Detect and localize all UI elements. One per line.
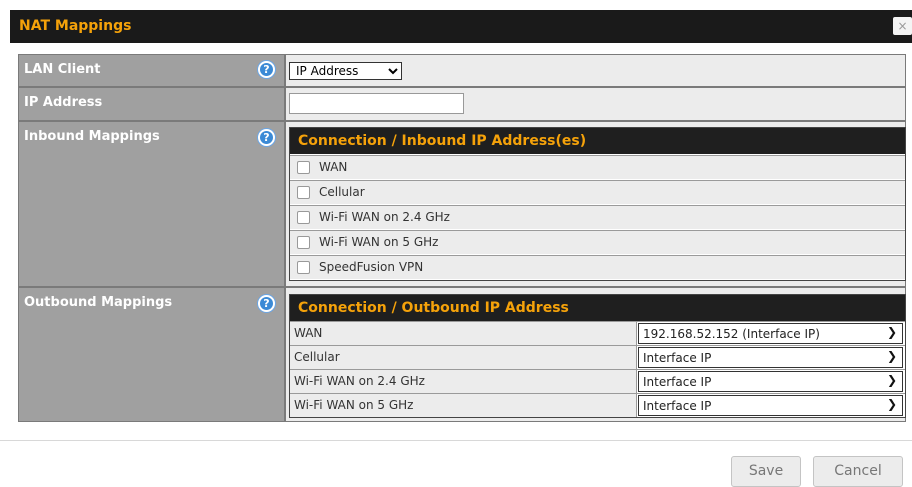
- cancel-button[interactable]: Cancel: [813, 456, 903, 487]
- outbound-ip-select[interactable]: Interface IP ❯: [638, 395, 903, 416]
- inbound-checkbox[interactable]: [297, 186, 310, 199]
- outbound-row: WAN 192.168.52.152 (Interface IP) ❯: [290, 321, 905, 345]
- inbound-table-header: Connection / Inbound IP Address(es): [290, 128, 905, 154]
- outbound-table: Connection / Outbound IP Address WAN 192…: [289, 294, 906, 418]
- inbound-row[interactable]: SpeedFusion VPN: [290, 255, 905, 279]
- inbound-checkbox[interactable]: [297, 236, 310, 249]
- outbound-ip-select[interactable]: Interface IP ❯: [638, 347, 903, 368]
- inbound-row-label: Wi-Fi WAN on 5 GHz: [319, 235, 439, 249]
- inbound-checkbox[interactable]: [297, 261, 310, 274]
- lan-client-label: LAN Client: [24, 62, 101, 77]
- ip-address-label: IP Address: [24, 95, 103, 110]
- inbound-checkbox[interactable]: [297, 161, 310, 174]
- outbound-table-header: Connection / Outbound IP Address: [290, 295, 905, 321]
- close-icon[interactable]: ×: [893, 17, 912, 35]
- footer-divider: [0, 440, 912, 441]
- chevron-down-icon: ❯: [886, 325, 897, 339]
- outbound-connection: Cellular: [290, 346, 637, 369]
- inbound-row[interactable]: WAN: [290, 155, 905, 179]
- dialog-title: NAT Mappings: [19, 18, 132, 34]
- inbound-row[interactable]: Wi-Fi WAN on 2.4 GHz: [290, 205, 905, 229]
- outbound-mappings-label-cell: Outbound Mappings: [19, 288, 284, 421]
- save-button[interactable]: Save: [731, 456, 801, 487]
- lan-client-select[interactable]: IP Address: [289, 62, 402, 80]
- outbound-mappings-label: Outbound Mappings: [24, 295, 173, 310]
- inbound-mappings-label-cell: Inbound Mappings: [19, 122, 284, 286]
- chevron-down-icon: ❯: [886, 349, 897, 363]
- outbound-row: Wi-Fi WAN on 5 GHz Interface IP ❯: [290, 393, 905, 417]
- outbound-ip-value: 192.168.52.152 (Interface IP): [643, 327, 820, 341]
- chevron-down-icon: ❯: [886, 373, 897, 387]
- inbound-checkbox[interactable]: [297, 211, 310, 224]
- outbound-ip-value: Interface IP: [643, 399, 712, 413]
- ip-address-input[interactable]: [289, 93, 464, 114]
- outbound-row: Wi-Fi WAN on 2.4 GHz Interface IP ❯: [290, 369, 905, 393]
- chevron-down-icon: ❯: [886, 397, 897, 411]
- inbound-table: Connection / Inbound IP Address(es) WAN …: [289, 127, 906, 281]
- inbound-row-label: Cellular: [319, 185, 365, 199]
- outbound-connection: WAN: [290, 322, 637, 345]
- outbound-help-icon[interactable]: ?: [258, 295, 275, 312]
- outbound-ip-select[interactable]: 192.168.52.152 (Interface IP) ❯: [638, 323, 903, 344]
- ip-address-label-cell: IP Address: [19, 88, 284, 120]
- inbound-row-label: Wi-Fi WAN on 2.4 GHz: [319, 210, 450, 224]
- outbound-connection: Wi-Fi WAN on 2.4 GHz: [290, 370, 637, 393]
- outbound-connection: Wi-Fi WAN on 5 GHz: [290, 394, 637, 417]
- inbound-row[interactable]: Wi-Fi WAN on 5 GHz: [290, 230, 905, 254]
- lan-client-label-cell: LAN Client: [19, 55, 284, 86]
- inbound-row[interactable]: Cellular: [290, 180, 905, 204]
- outbound-ip-value: Interface IP: [643, 375, 712, 389]
- outbound-row: Cellular Interface IP ❯: [290, 345, 905, 369]
- inbound-row-label: WAN: [319, 160, 348, 174]
- lan-client-help-icon[interactable]: ?: [258, 61, 275, 78]
- dialog-title-bar: NAT Mappings: [10, 10, 912, 43]
- inbound-mappings-label: Inbound Mappings: [24, 129, 160, 144]
- inbound-help-icon[interactable]: ?: [258, 129, 275, 146]
- outbound-ip-value: Interface IP: [643, 351, 712, 365]
- outbound-ip-select[interactable]: Interface IP ❯: [638, 371, 903, 392]
- inbound-row-label: SpeedFusion VPN: [319, 260, 424, 274]
